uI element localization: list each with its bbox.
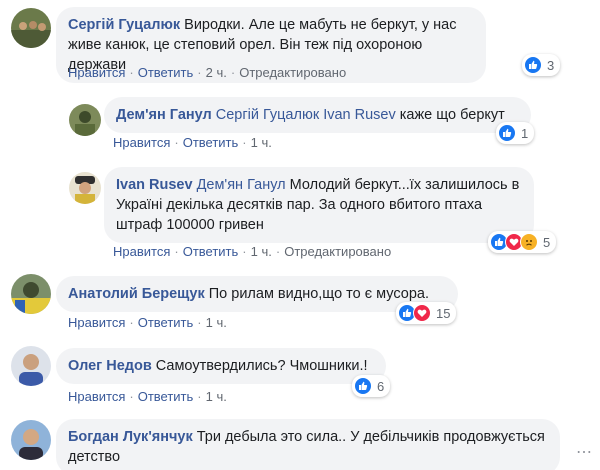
comment-bubble: Ivan Rusev Дем'ян Ганул Молодий беркут...ї…: [104, 167, 534, 243]
like-button[interactable]: Нравится: [68, 315, 125, 330]
reaction-summary[interactable]: 3: [522, 54, 561, 76]
comment-actions: Нравится · Ответить · 1 ч.: [68, 389, 227, 404]
like-button[interactable]: Нравится: [68, 389, 125, 404]
timestamp[interactable]: 1 ч.: [206, 389, 227, 404]
mention[interactable]: Сергій Гуцалюк Ivan Rusev: [216, 107, 396, 123]
comment-text: Самоутвердились? Чмошники.!: [155, 358, 368, 374]
comment-bubble: Богдан Лук'янчук Три дебыла это сила.. У …: [56, 419, 560, 470]
reaction-summary[interactable]: 15: [396, 302, 457, 324]
like-button[interactable]: Нравится: [68, 65, 125, 80]
comment-bubble: Олег Недов Самоутвердились? Чмошники.!: [56, 348, 386, 384]
comment-author[interactable]: Дем'ян Ганул: [116, 107, 212, 123]
edited-label[interactable]: Отредактировано: [239, 65, 346, 80]
reaction-summary[interactable]: 6: [352, 375, 391, 397]
comment-author[interactable]: Анатолий Берещук: [68, 286, 205, 302]
avatar[interactable]: [11, 274, 51, 314]
reaction-count: 3: [547, 57, 555, 73]
comment-author[interactable]: Олег Недов: [68, 358, 152, 374]
heart-reaction-icon: [413, 304, 431, 322]
like-reaction-icon: [524, 56, 542, 74]
comment-actions: Нравится · Ответить · 1 ч.: [68, 315, 227, 330]
comment-author[interactable]: Сергій Гуцалюк: [68, 17, 180, 33]
more-options-icon[interactable]: ⋯: [576, 442, 592, 462]
mention[interactable]: Дем'ян Ганул: [197, 177, 286, 193]
reply-button[interactable]: Ответить: [138, 65, 194, 80]
reaction-summary[interactable]: 5: [488, 231, 557, 253]
reply-button[interactable]: Ответить: [183, 135, 239, 150]
comment-actions: Нравится · Ответить · 1 ч.: [113, 135, 272, 150]
avatar[interactable]: [11, 346, 51, 386]
reaction-summary[interactable]: 1: [496, 122, 535, 144]
comment-bubble: Дем'ян Ганул Сергій Гуцалюк Ivan Rusev каж…: [104, 97, 531, 133]
like-reaction-icon: [498, 124, 516, 142]
reaction-count: 1: [521, 125, 529, 141]
reply-button[interactable]: Ответить: [138, 315, 194, 330]
reaction-count: 5: [543, 234, 551, 250]
avatar[interactable]: [69, 104, 101, 136]
comment-actions: Нравится · Ответить · 2 ч. · Отредактировано: [68, 65, 347, 80]
comment-author[interactable]: Богдан Лук'янчук: [68, 429, 193, 445]
timestamp[interactable]: 1 ч.: [251, 135, 272, 150]
comment-text: По рилам видно,що то є мусора.: [208, 286, 430, 302]
like-button[interactable]: Нравится: [113, 135, 170, 150]
avatar[interactable]: [11, 8, 51, 48]
edited-label[interactable]: Отредактировано: [284, 244, 391, 259]
reply-button[interactable]: Ответить: [138, 389, 194, 404]
reaction-count: 6: [377, 378, 385, 394]
like-reaction-icon: [354, 377, 372, 395]
timestamp[interactable]: 1 ч.: [206, 315, 227, 330]
comment-author[interactable]: Ivan Rusev: [116, 177, 193, 193]
comment-actions: Нравится · Ответить · 1 ч. · Отредактировано: [113, 244, 392, 259]
reply-button[interactable]: Ответить: [183, 244, 239, 259]
reaction-count: 15: [436, 305, 451, 321]
like-button[interactable]: Нравится: [113, 244, 170, 259]
avatar[interactable]: [69, 172, 101, 204]
timestamp[interactable]: 2 ч.: [206, 65, 227, 80]
avatar[interactable]: [11, 420, 51, 460]
comment-text: каже що беркут: [399, 107, 505, 123]
timestamp[interactable]: 1 ч.: [251, 244, 272, 259]
sad-reaction-icon: [520, 233, 538, 251]
